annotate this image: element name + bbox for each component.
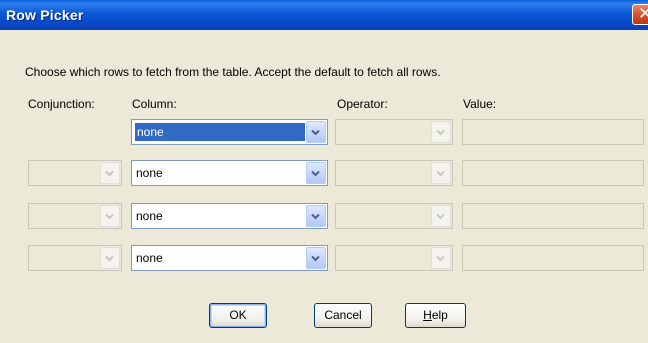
- operator-select-4: [335, 245, 453, 271]
- column-select-3-value: none: [136, 209, 163, 223]
- chevron-down-icon: [436, 129, 445, 136]
- column-select-1-dropdown-button[interactable]: [306, 121, 326, 143]
- conjunction-select-2-dropdown-button: [100, 162, 120, 184]
- chevron-down-icon: [105, 213, 114, 220]
- chevron-down-icon: [105, 170, 114, 177]
- conjunction-select-4: [28, 245, 122, 271]
- operator-header: Operator:: [337, 97, 388, 111]
- conjunction-header: Conjunction:: [28, 97, 95, 111]
- column-select-3[interactable]: none: [131, 203, 328, 229]
- value-header: Value:: [463, 97, 497, 111]
- help-button-label: elp: [431, 308, 448, 322]
- conjunction-select-3: [28, 203, 122, 229]
- column-select-2-value: none: [136, 166, 163, 180]
- value-field-1: [462, 119, 644, 145]
- chevron-down-icon: [436, 170, 445, 177]
- column-select-4-value: none: [136, 251, 163, 265]
- column-select-4[interactable]: none: [131, 245, 328, 271]
- value-field-2: [462, 160, 644, 186]
- conjunction-select-2: [28, 160, 122, 186]
- help-button[interactable]: Help: [405, 303, 466, 328]
- value-field-4: [462, 245, 644, 271]
- operator-select-4-dropdown-button: [431, 247, 451, 269]
- operator-select-2-dropdown-button: [431, 162, 451, 184]
- operator-select-1: [335, 119, 453, 145]
- help-button-mnemonic: H: [423, 308, 432, 322]
- close-button[interactable]: ✕: [632, 4, 648, 25]
- title-bar: Row Picker ✕: [0, 0, 648, 30]
- chevron-down-icon: [311, 213, 320, 220]
- column-select-1-value: none: [135, 123, 305, 141]
- cancel-button[interactable]: Cancel: [314, 303, 372, 328]
- operator-select-3: [335, 203, 453, 229]
- column-select-2-dropdown-button[interactable]: [306, 162, 326, 184]
- column-select-4-dropdown-button[interactable]: [306, 247, 326, 269]
- close-icon: ✕: [638, 4, 648, 24]
- chevron-down-icon: [436, 213, 445, 220]
- column-select-2[interactable]: none: [131, 160, 328, 186]
- conjunction-select-3-dropdown-button: [100, 205, 120, 227]
- ok-button[interactable]: OK: [209, 303, 267, 328]
- operator-select-3-dropdown-button: [431, 205, 451, 227]
- conjunction-select-4-dropdown-button: [100, 247, 120, 269]
- chevron-down-icon: [311, 255, 320, 262]
- instructions-text: Choose which rows to fetch from the tabl…: [25, 65, 441, 79]
- window-title: Row Picker: [6, 7, 84, 23]
- chevron-down-icon: [105, 255, 114, 262]
- operator-select-1-dropdown-button: [431, 121, 451, 143]
- column-header: Column:: [132, 97, 177, 111]
- column-select-3-dropdown-button[interactable]: [306, 205, 326, 227]
- chevron-down-icon: [436, 255, 445, 262]
- row-picker-dialog: Row Picker ✕ Choose which rows to fetch …: [0, 0, 648, 343]
- chevron-down-icon: [311, 170, 320, 177]
- column-select-1[interactable]: none: [131, 119, 328, 145]
- value-field-3: [462, 203, 644, 229]
- operator-select-2: [335, 160, 453, 186]
- chevron-down-icon: [311, 129, 320, 136]
